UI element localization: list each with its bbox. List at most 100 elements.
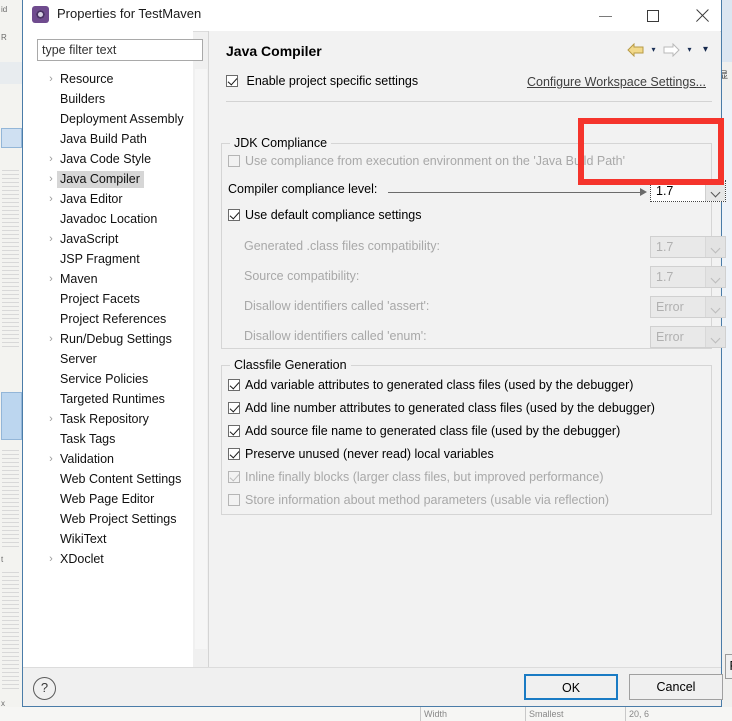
preserve-unused-locals-row: Preserve unused (never read) local varia…: [228, 447, 494, 461]
add-variable-attributes-checkbox[interactable]: [228, 379, 240, 391]
chevron-down-icon[interactable]: [705, 267, 725, 287]
sidebar-item-project-facets[interactable]: Project Facets: [23, 289, 208, 309]
sidebar-item-service-policies[interactable]: Service Policies: [23, 369, 208, 389]
expand-chevron-right-icon[interactable]: ›: [45, 229, 57, 249]
ok-label: OK: [561, 681, 581, 695]
expand-chevron-right-icon[interactable]: ›: [45, 189, 57, 209]
expand-chevron-right-icon[interactable]: ›: [45, 149, 57, 169]
enable-project-specific-checkbox[interactable]: [226, 75, 238, 87]
leader-arrow: [640, 188, 647, 196]
sidebar-item-java-build-path[interactable]: Java Build Path: [23, 129, 208, 149]
store-method-parameters-checkbox[interactable]: [228, 494, 240, 506]
sidebar-item-java-editor[interactable]: › Java Editor: [23, 189, 208, 209]
use-execution-environment-label: Use compliance from execution environmen…: [245, 154, 625, 168]
source-compat-combo[interactable]: 1.7: [650, 266, 726, 288]
disallow-assert-combo[interactable]: Error: [650, 296, 726, 318]
chevron-down-icon[interactable]: [705, 237, 725, 257]
use-default-compliance-label: Use default compliance settings: [245, 208, 422, 222]
sidebar-item-label: Service Policies: [60, 372, 149, 386]
sidebar-item-resource[interactable]: › Resource: [23, 69, 208, 89]
maximize-button[interactable]: [631, 0, 677, 31]
sidebar-item-web-page-editor[interactable]: Web Page Editor: [23, 489, 208, 509]
sidebar-item-task-tags[interactable]: Task Tags: [23, 429, 208, 449]
disallow-enum-value: Error: [656, 330, 684, 344]
add-source-file-name-checkbox[interactable]: [228, 425, 240, 437]
add-source-file-name-label: Add source file name to generated class …: [245, 424, 621, 438]
expand-chevron-right-icon[interactable]: ›: [45, 409, 57, 429]
sidebar-item-label: Validation: [60, 452, 114, 466]
classfile-generation-group: Classfile Generation Add variable attrib…: [221, 358, 712, 515]
cancel-button[interactable]: Cancel: [629, 674, 723, 700]
sidebar-item-label: JavaScript: [60, 232, 119, 246]
generated-class-compat-combo[interactable]: 1.7: [650, 236, 726, 258]
compiler-compliance-level-combo[interactable]: 1.7: [650, 180, 726, 202]
sidebar-item-label: Task Repository: [60, 412, 149, 426]
bg-selection: [1, 392, 22, 440]
source-compat-label: Source compatibility:: [244, 269, 360, 283]
expand-chevron-right-icon[interactable]: ›: [45, 449, 57, 469]
add-line-number-attributes-checkbox[interactable]: [228, 402, 240, 414]
bg-hatch: [2, 170, 19, 350]
cancel-label: Cancel: [656, 680, 696, 694]
expand-chevron-right-icon[interactable]: ›: [45, 549, 57, 569]
chevron-down-icon[interactable]: [705, 327, 725, 347]
sidebar-item-builders[interactable]: Builders: [23, 89, 208, 109]
sidebar-item-web-content-settings[interactable]: Web Content Settings: [23, 469, 208, 489]
sidebar-item-deployment-assembly[interactable]: Deployment Assembly: [23, 109, 208, 129]
view-menu-chevron-down-icon[interactable]: ▾: [699, 40, 712, 60]
inline-finally-blocks-checkbox[interactable]: [228, 471, 240, 483]
forward-menu-chevron-down-icon[interactable]: ▾: [683, 40, 696, 60]
sidebar-item-validation[interactable]: › Validation: [23, 449, 208, 469]
bg-tab: [0, 62, 23, 84]
preserve-unused-locals-checkbox[interactable]: [228, 448, 240, 460]
expand-chevron-right-icon[interactable]: ›: [45, 329, 57, 349]
sidebar-item-label: Java Editor: [60, 192, 123, 206]
back-arrow-icon[interactable]: [627, 43, 644, 57]
chevron-down-icon[interactable]: [705, 181, 725, 201]
close-button[interactable]: [679, 0, 725, 31]
sidebar-item-label: Java Code Style: [60, 152, 152, 166]
add-source-file-name-row: Add source file name to generated class …: [228, 424, 620, 438]
configure-workspace-settings-link[interactable]: Configure Workspace Settings...: [527, 75, 706, 89]
expand-chevron-right-icon[interactable]: ›: [45, 269, 57, 289]
sidebar-item-project-references[interactable]: Project References: [23, 309, 208, 329]
sidebar-item-label: Maven: [60, 272, 98, 286]
ide-background-left: id R t x: [0, 0, 23, 721]
sidebar-item-jsp-fragment[interactable]: JSP Fragment: [23, 249, 208, 269]
sidebar-item-javascript[interactable]: › JavaScript: [23, 229, 208, 249]
sidebar-item-maven[interactable]: › Maven: [23, 269, 208, 289]
sidebar-item-targeted-runtimes[interactable]: Targeted Runtimes: [23, 389, 208, 409]
sidebar-item-task-repository[interactable]: › Task Repository: [23, 409, 208, 429]
use-execution-environment-checkbox[interactable]: [228, 155, 240, 167]
expand-chevron-right-icon[interactable]: ›: [45, 169, 57, 189]
sidebar-item-web-project-settings[interactable]: Web Project Settings: [23, 509, 208, 529]
help-icon[interactable]: ?: [33, 677, 56, 700]
minimize-button[interactable]: [583, 0, 629, 31]
forward-arrow-icon[interactable]: [663, 43, 680, 57]
sidebar-item-java-code-style[interactable]: › Java Code Style: [23, 149, 208, 169]
sidebar-item-wikitext[interactable]: WikiText: [23, 529, 208, 549]
restore-defaults-button[interactable]: Restore Defaults: [725, 654, 732, 679]
filter-input[interactable]: [37, 39, 203, 61]
add-variable-attributes-label: Add variable attributes to generated cla…: [245, 378, 634, 392]
dialog-footer: ? OK Cancel: [23, 667, 723, 706]
back-menu-chevron-down-icon[interactable]: ▾: [647, 40, 660, 60]
store-method-parameters-row: Store information about method parameter…: [228, 493, 609, 507]
header-divider: [226, 101, 712, 102]
sidebar-item-javadoc-location[interactable]: Javadoc Location: [23, 209, 208, 229]
disallow-enum-combo[interactable]: Error: [650, 326, 726, 348]
properties-dialog: Properties for TestMaven ›ResourceBuilde…: [22, 0, 732, 707]
use-default-compliance-row: Use default compliance settings: [228, 208, 421, 222]
chevron-down-icon[interactable]: [705, 297, 725, 317]
sidebar-item-java-compiler[interactable]: › Java Compiler: [23, 169, 208, 189]
sidebar-item-label: Java Build Path: [60, 132, 147, 146]
use-default-compliance-checkbox[interactable]: [228, 209, 240, 221]
ok-button[interactable]: OK: [524, 674, 618, 700]
sidebar-item-label: Web Page Editor: [60, 492, 155, 506]
sidebar-item-server[interactable]: Server: [23, 349, 208, 369]
sidebar-item-run-debug-settings[interactable]: › Run/Debug Settings: [23, 329, 208, 349]
sidebar-item-xdoclet[interactable]: › XDoclet: [23, 549, 208, 569]
bg-hatch: [2, 450, 19, 550]
expand-chevron-right-icon[interactable]: ›: [45, 69, 57, 89]
bg-text: t: [1, 555, 4, 564]
